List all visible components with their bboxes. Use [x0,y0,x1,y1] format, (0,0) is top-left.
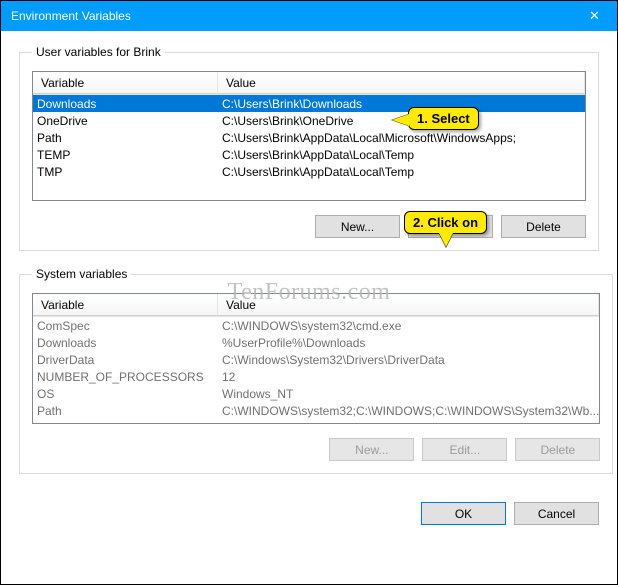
table-row[interactable]: DriverDataC:\Windows\System32\Drivers\Dr… [33,351,599,368]
window-title: Environment Variables [11,9,572,23]
user-col-value[interactable]: Value [218,72,585,94]
ok-button[interactable]: OK [421,502,506,525]
user-group-legend: User variables for Brink [32,45,165,59]
row-value: C:\Windows\System32\Drivers\DriverData [218,353,599,367]
row-value: C:\WINDOWS\system32;C:\WINDOWS;C:\WINDOW… [218,404,599,418]
row-value: 12 [218,370,599,384]
callout-tail-icon [392,114,409,126]
sys-new-button[interactable]: New... [329,438,414,461]
table-row[interactable]: Downloads%UserProfile%\Downloads [33,334,599,351]
row-variable: Path [33,404,218,418]
table-row[interactable]: TMPC:\Users\Brink\AppData\Local\Temp [33,163,585,180]
sys-list-header: Variable Value [33,294,599,317]
annotation-select: 1. Select [408,107,479,130]
row-variable: Path [33,131,218,145]
user-col-variable[interactable]: Variable [33,72,218,94]
table-row[interactable]: TEMPC:\Users\Brink\AppData\Local\Temp [33,146,585,163]
sys-group-legend: System variables [32,267,131,281]
sys-delete-button[interactable]: Delete [515,438,600,461]
annotation-clickon: 2. Click on [404,211,487,234]
dialog-buttons: OK Cancel [1,502,617,539]
row-variable: DriverData [33,353,218,367]
table-row[interactable]: OSWindows_NT [33,385,599,402]
sys-col-value[interactable]: Value [218,294,599,316]
titlebar: Environment Variables ✕ [1,1,617,31]
annotation-clickon-label: 2. Click on [413,215,478,230]
row-variable: PATHEXT [33,421,218,425]
table-row[interactable]: PATHEXT.COM;.EXE;.BAT;.CMD;.VBS;.VBE;.JS… [33,419,599,424]
table-row[interactable]: DownloadsC:\Users\Brink\Downloads [33,95,585,112]
annotation-select-label: 1. Select [417,111,470,126]
system-variables-group: System variables Variable Value ComSpecC… [19,267,613,474]
row-variable: Downloads [33,336,218,350]
table-row[interactable]: OneDriveC:\Users\Brink\OneDrive [33,112,585,129]
row-value: C:\WINDOWS\system32\cmd.exe [218,319,599,333]
user-list-header: Variable Value [33,72,585,95]
user-buttons: New... Edit... Delete [32,215,586,238]
user-variables-group: User variables for Brink Variable Value … [19,45,599,251]
row-value: %UserProfile%\Downloads [218,336,599,350]
sys-buttons: New... Edit... Delete [32,438,600,461]
row-variable: TEMP [33,148,218,162]
row-value: C:\Users\Brink\AppData\Local\Temp [218,165,585,179]
row-value: Windows_NT [218,387,599,401]
table-row[interactable]: PathC:\Users\Brink\AppData\Local\Microso… [33,129,585,146]
row-value: C:\Users\Brink\AppData\Local\Temp [218,148,585,162]
row-value: C:\Users\Brink\AppData\Local\Microsoft\W… [218,131,585,145]
dialog-content: User variables for Brink Variable Value … [1,31,617,502]
user-delete-button[interactable]: Delete [501,215,586,238]
system-variables-list[interactable]: Variable Value ComSpecC:\WINDOWS\system3… [32,293,600,424]
row-variable: TMP [33,165,218,179]
sys-edit-button[interactable]: Edit... [422,438,507,461]
row-variable: OS [33,387,218,401]
row-variable: ComSpec [33,319,218,333]
callout-tail-icon [439,233,453,247]
row-value: C:\Users\Brink\Downloads [218,97,585,111]
row-variable: NUMBER_OF_PROCESSORS [33,370,218,384]
cancel-button[interactable]: Cancel [514,502,599,525]
row-variable: Downloads [33,97,218,111]
row-value: .COM;.EXE;.BAT;.CMD;.VBS;.VBE;.JS;.JSE;.… [218,421,599,425]
user-variables-list[interactable]: Variable Value DownloadsC:\Users\Brink\D… [32,71,586,201]
sys-col-variable[interactable]: Variable [33,294,218,316]
table-row[interactable]: PathC:\WINDOWS\system32;C:\WINDOWS;C:\WI… [33,402,599,419]
row-variable: OneDrive [33,114,218,128]
close-icon[interactable]: ✕ [572,1,617,31]
table-row[interactable]: ComSpecC:\WINDOWS\system32\cmd.exe [33,317,599,334]
table-row[interactable]: NUMBER_OF_PROCESSORS12 [33,368,599,385]
user-new-button[interactable]: New... [315,215,400,238]
